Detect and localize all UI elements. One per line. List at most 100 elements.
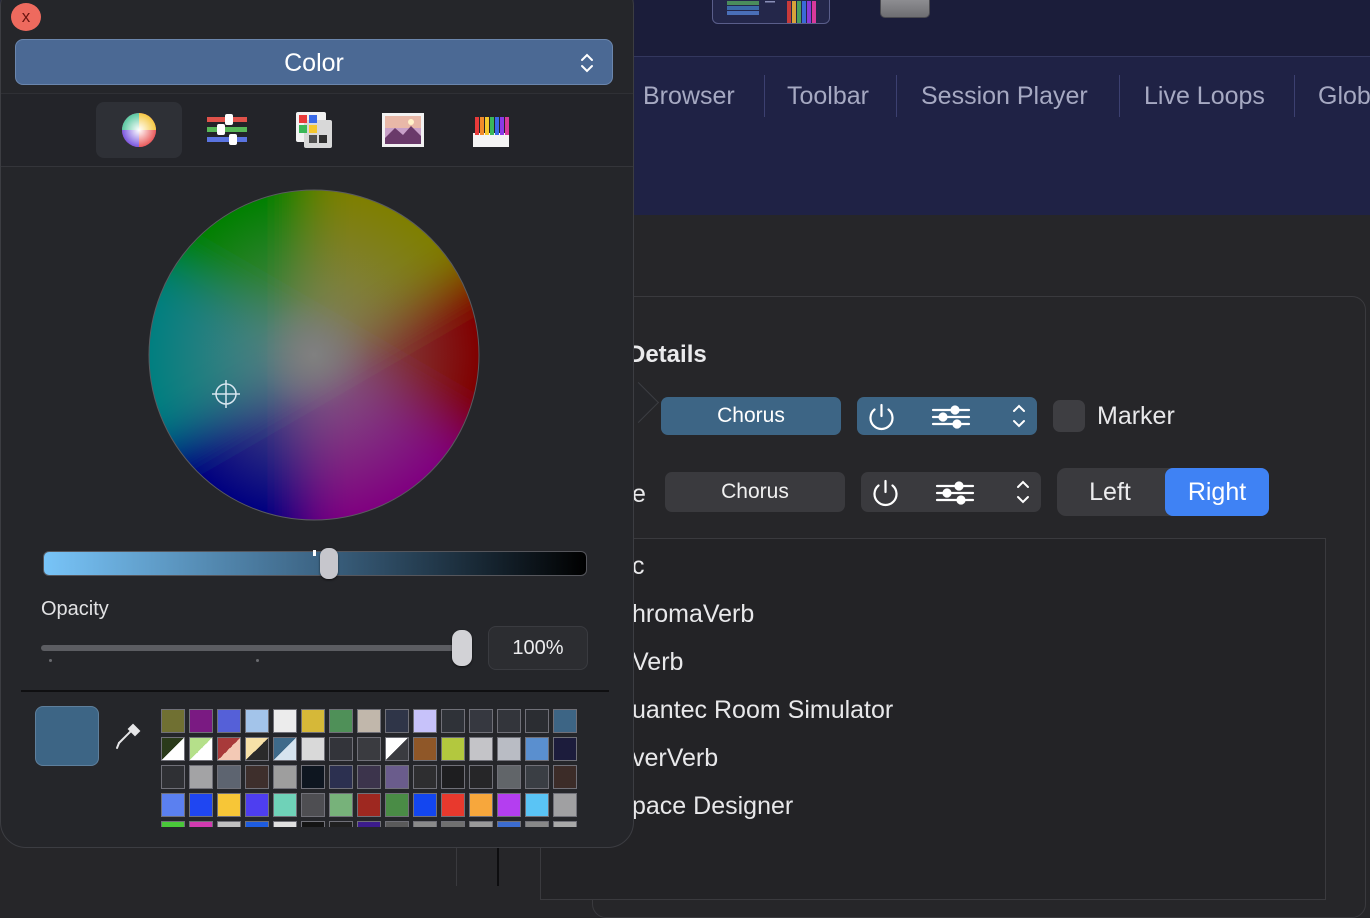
- color-swatch[interactable]: [441, 737, 465, 761]
- opacity-value-field[interactable]: 100%: [488, 626, 588, 670]
- color-swatch[interactable]: [217, 793, 241, 817]
- color-swatch[interactable]: [385, 793, 409, 817]
- color-swatch[interactable]: [245, 737, 269, 761]
- window-control-button[interactable]: [880, 0, 930, 18]
- close-button[interactable]: x: [11, 3, 41, 31]
- eyedropper-icon[interactable]: [113, 721, 143, 751]
- color-swatch[interactable]: [413, 737, 437, 761]
- brightness-slider-knob[interactable]: [320, 548, 338, 579]
- tab-live-loops[interactable]: Live Loops: [1144, 82, 1265, 111]
- color-swatch[interactable]: [245, 793, 269, 817]
- color-swatch[interactable]: [553, 737, 577, 761]
- color-swatch[interactable]: [497, 821, 521, 827]
- color-theme-button[interactable]: [712, 0, 830, 24]
- color-swatch[interactable]: [301, 821, 325, 827]
- color-swatch[interactable]: [525, 793, 549, 817]
- color-swatch[interactable]: [497, 737, 521, 761]
- color-swatch[interactable]: [245, 765, 269, 789]
- color-mode-select[interactable]: Color: [15, 39, 613, 85]
- opacity-slider-knob[interactable]: [452, 630, 472, 666]
- pencils-tab[interactable]: [448, 102, 534, 158]
- color-swatch[interactable]: [497, 765, 521, 789]
- color-swatch[interactable]: [385, 821, 409, 827]
- color-swatch[interactable]: [273, 765, 297, 789]
- color-swatch[interactable]: [469, 737, 493, 761]
- color-swatch[interactable]: [189, 709, 213, 733]
- color-swatch[interactable]: [329, 821, 353, 827]
- color-swatch[interactable]: [161, 765, 185, 789]
- color-swatch[interactable]: [161, 793, 185, 817]
- color-wheel-tab[interactable]: [96, 102, 182, 158]
- list-item[interactable]: Verb: [632, 648, 683, 677]
- color-swatch[interactable]: [357, 709, 381, 733]
- color-sliders-tab[interactable]: [184, 102, 270, 158]
- plugin-controls-selected[interactable]: [857, 397, 1037, 435]
- color-swatch[interactable]: [497, 709, 521, 733]
- color-swatch[interactable]: [553, 709, 577, 733]
- color-swatch[interactable]: [329, 765, 353, 789]
- color-swatch[interactable]: [245, 709, 269, 733]
- color-swatch[interactable]: [301, 793, 325, 817]
- color-swatch[interactable]: [273, 709, 297, 733]
- color-swatch[interactable]: [301, 765, 325, 789]
- color-swatch[interactable]: [441, 709, 465, 733]
- color-swatch[interactable]: [273, 737, 297, 761]
- color-swatch[interactable]: [525, 821, 549, 827]
- list-item[interactable]: uantec Room Simulator: [632, 696, 893, 725]
- color-swatch[interactable]: [189, 821, 213, 827]
- color-swatch[interactable]: [441, 793, 465, 817]
- color-swatch[interactable]: [329, 709, 353, 733]
- color-swatch[interactable]: [161, 737, 185, 761]
- tab-global[interactable]: Glob: [1318, 82, 1370, 111]
- color-swatch[interactable]: [217, 821, 241, 827]
- color-swatch[interactable]: [469, 821, 493, 827]
- color-swatch[interactable]: [441, 821, 465, 827]
- color-swatch[interactable]: [469, 765, 493, 789]
- segment-right[interactable]: Right: [1165, 468, 1269, 516]
- color-swatch[interactable]: [329, 737, 353, 761]
- color-swatch[interactable]: [413, 793, 437, 817]
- chorus-plugin-button-selected[interactable]: Chorus: [661, 397, 841, 435]
- tab-session-player[interactable]: Session Player: [921, 82, 1088, 111]
- color-swatch[interactable]: [245, 821, 269, 827]
- color-swatch[interactable]: [357, 737, 381, 761]
- color-swatch[interactable]: [273, 793, 297, 817]
- color-swatch[interactable]: [525, 765, 549, 789]
- list-item[interactable]: hromaVerb: [632, 600, 754, 629]
- color-swatch[interactable]: [189, 765, 213, 789]
- color-swatch[interactable]: [553, 793, 577, 817]
- color-swatch[interactable]: [385, 765, 409, 789]
- color-swatch[interactable]: [357, 793, 381, 817]
- color-swatch[interactable]: [385, 737, 409, 761]
- color-swatch[interactable]: [161, 709, 185, 733]
- color-swatch[interactable]: [273, 821, 297, 827]
- list-item[interactable]: pace Designer: [632, 792, 793, 821]
- color-swatch[interactable]: [413, 709, 437, 733]
- color-swatch[interactable]: [217, 709, 241, 733]
- color-swatch[interactable]: [525, 737, 549, 761]
- color-swatch[interactable]: [553, 821, 577, 827]
- color-swatch[interactable]: [525, 709, 549, 733]
- color-swatch[interactable]: [329, 793, 353, 817]
- color-swatch[interactable]: [553, 765, 577, 789]
- color-wheel[interactable]: [148, 189, 480, 521]
- color-swatch[interactable]: [497, 793, 521, 817]
- color-swatch[interactable]: [413, 765, 437, 789]
- color-swatch[interactable]: [357, 765, 381, 789]
- plugin-controls[interactable]: [861, 472, 1041, 512]
- color-swatch[interactable]: [441, 765, 465, 789]
- opacity-slider[interactable]: [41, 645, 465, 651]
- color-swatch[interactable]: [385, 709, 409, 733]
- color-swatch[interactable]: [189, 737, 213, 761]
- color-swatch[interactable]: [301, 709, 325, 733]
- tab-browser[interactable]: Browser: [643, 82, 735, 111]
- color-swatch[interactable]: [469, 709, 493, 733]
- color-swatch[interactable]: [217, 765, 241, 789]
- color-swatch[interactable]: [161, 821, 185, 827]
- color-swatch[interactable]: [357, 821, 381, 827]
- current-color-swatch[interactable]: [35, 706, 99, 766]
- color-swatch[interactable]: [301, 737, 325, 761]
- chorus-plugin-button[interactable]: Chorus: [665, 472, 845, 512]
- image-palettes-tab[interactable]: [360, 102, 446, 158]
- color-palettes-tab[interactable]: [271, 102, 357, 158]
